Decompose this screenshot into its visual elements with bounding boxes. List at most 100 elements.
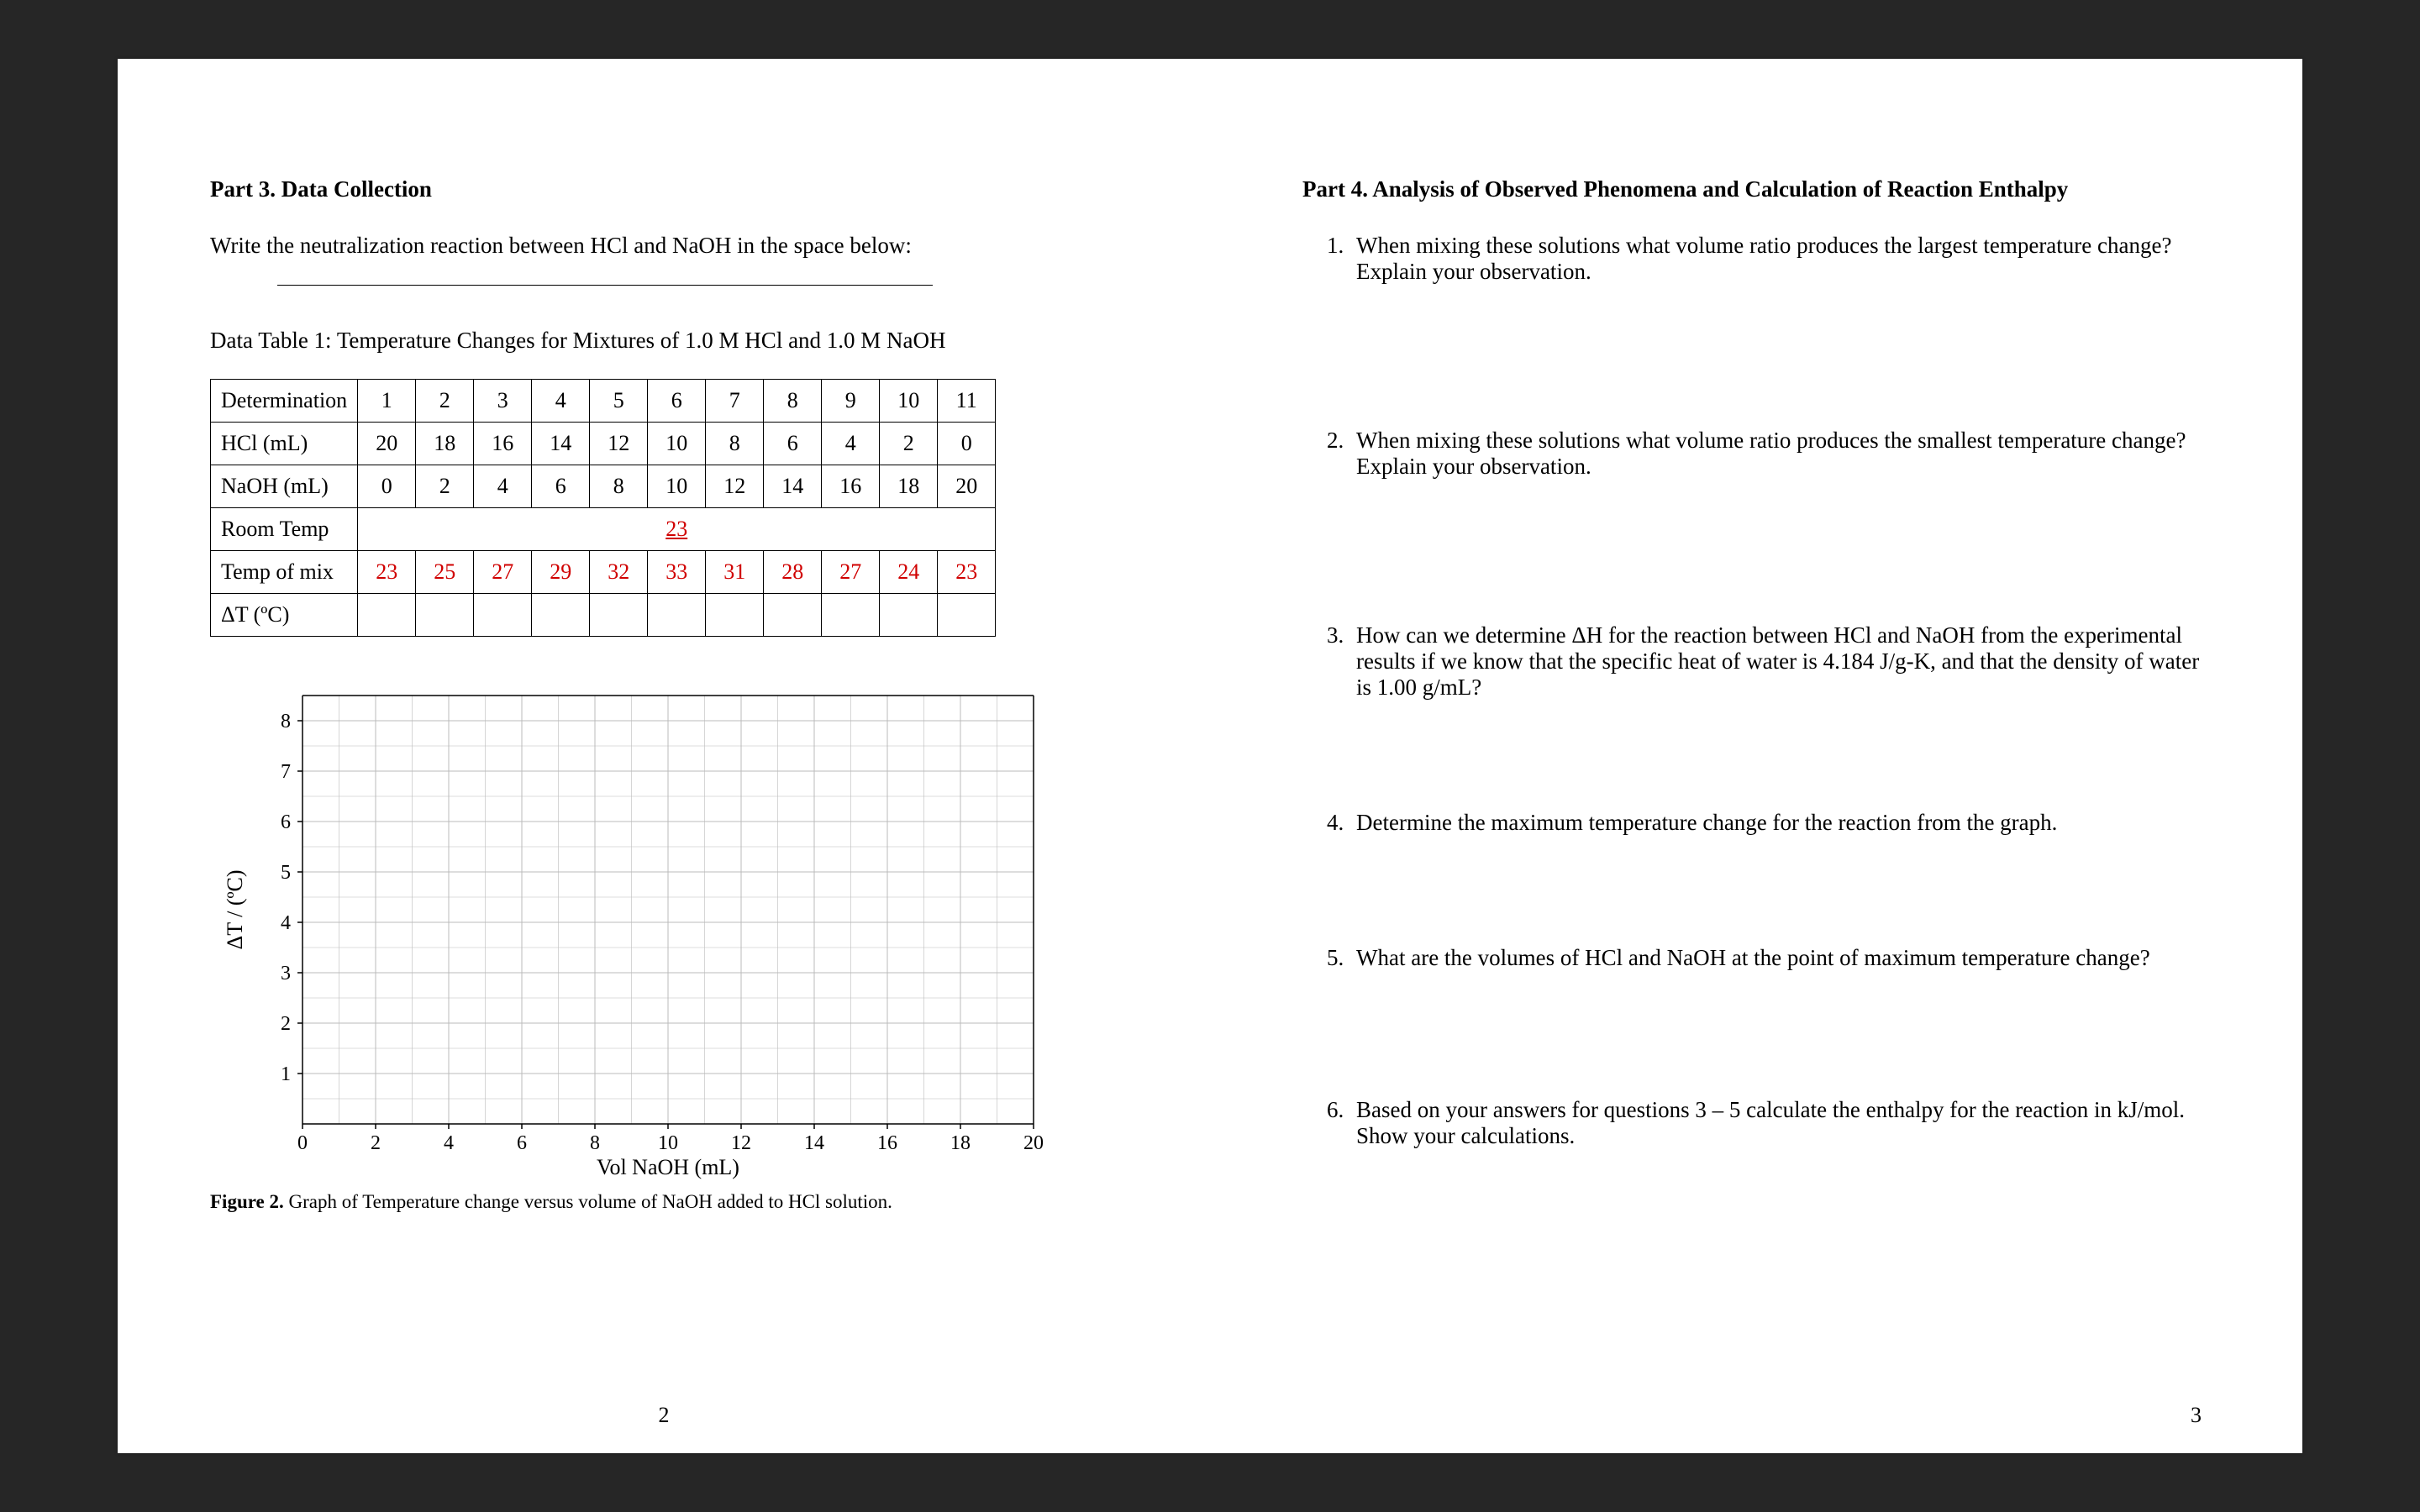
cell: 29 — [532, 551, 590, 594]
figure-caption: Figure 2. Graph of Temperature change ve… — [210, 1191, 1118, 1213]
svg-text:16: 16 — [877, 1132, 897, 1154]
cell: 32 — [590, 551, 648, 594]
data-table-1: Determination 1 2 3 4 5 6 7 8 9 10 11 HC… — [210, 379, 996, 637]
figure-caption-text: Graph of Temperature change versus volum… — [284, 1191, 892, 1212]
cell: 11 — [938, 380, 996, 423]
page-right: Part 4. Analysis of Observed Phenomena a… — [1210, 59, 2302, 1453]
cell: 18 — [416, 423, 474, 465]
viewport: Part 3. Data Collection Write the neutra… — [0, 0, 2420, 1512]
cell-empty — [358, 594, 416, 637]
svg-text:7: 7 — [281, 761, 291, 783]
cell-room-temp: 23 — [358, 508, 996, 551]
cell: 7 — [706, 380, 764, 423]
instruction-text: Write the neutralization reaction betwee… — [210, 233, 1118, 259]
cell: 4 — [532, 380, 590, 423]
document-spread: Part 3. Data Collection Write the neutra… — [118, 59, 2302, 1453]
cell: 24 — [880, 551, 938, 594]
cell: 2 — [416, 380, 474, 423]
svg-text:3: 3 — [281, 963, 291, 984]
cell: 27 — [474, 551, 532, 594]
cell-empty — [648, 594, 706, 637]
svg-text:8: 8 — [281, 711, 291, 732]
cell-empty — [880, 594, 938, 637]
row-header: ΔT (ºC) — [211, 594, 358, 637]
svg-text:18: 18 — [950, 1132, 971, 1154]
cell: 6 — [764, 423, 822, 465]
cell: 4 — [474, 465, 532, 508]
row-header: Temp of mix — [211, 551, 358, 594]
cell: 16 — [822, 465, 880, 508]
cell: 14 — [764, 465, 822, 508]
cell-empty — [938, 594, 996, 637]
svg-text:Vol NaOH (mL): Vol NaOH (mL) — [597, 1155, 739, 1179]
question-4: Determine the maximum temperature change… — [1349, 810, 2210, 836]
chart-grid: 0246810121416182012345678Vol NaOH (mL)ΔT… — [210, 687, 1050, 1183]
cell: 1 — [358, 380, 416, 423]
svg-text:8: 8 — [590, 1132, 600, 1154]
cell: 6 — [648, 380, 706, 423]
svg-text:4: 4 — [444, 1132, 454, 1154]
cell: 3 — [474, 380, 532, 423]
cell: 5 — [590, 380, 648, 423]
cell: 16 — [474, 423, 532, 465]
cell-empty — [822, 594, 880, 637]
answer-blank-line — [277, 284, 933, 286]
cell: 12 — [706, 465, 764, 508]
cell: 0 — [938, 423, 996, 465]
cell: 0 — [358, 465, 416, 508]
question-5: What are the volumes of HCl and NaOH at … — [1349, 945, 2210, 971]
figure-2: 0246810121416182012345678Vol NaOH (mL)ΔT… — [210, 687, 1118, 1213]
cell: 25 — [416, 551, 474, 594]
cell: 20 — [938, 465, 996, 508]
cell: 8 — [706, 423, 764, 465]
svg-text:ΔT / (ºC): ΔT / (ºC) — [223, 869, 247, 949]
section-heading-part4: Part 4. Analysis of Observed Phenomena a… — [1302, 176, 2210, 202]
cell: 18 — [880, 465, 938, 508]
cell: 27 — [822, 551, 880, 594]
cell: 4 — [822, 423, 880, 465]
svg-text:6: 6 — [281, 811, 291, 833]
svg-text:0: 0 — [297, 1132, 308, 1154]
question-3: How can we determine ΔH for the reaction… — [1349, 622, 2210, 701]
section-heading-part3: Part 3. Data Collection — [210, 176, 1118, 202]
table-row: Determination 1 2 3 4 5 6 7 8 9 10 11 — [211, 380, 996, 423]
cell-empty — [532, 594, 590, 637]
question-2: When mixing these solutions what volume … — [1349, 428, 2210, 480]
row-header: NaOH (mL) — [211, 465, 358, 508]
row-header: HCl (mL) — [211, 423, 358, 465]
cell: 10 — [648, 465, 706, 508]
cell: 12 — [590, 423, 648, 465]
page-number: 3 — [2191, 1403, 2202, 1428]
svg-text:5: 5 — [281, 862, 291, 884]
table-row: Temp of mix 23 25 27 29 32 33 31 28 27 2… — [211, 551, 996, 594]
cell: 2 — [416, 465, 474, 508]
row-header: Room Temp — [211, 508, 358, 551]
question-1: When mixing these solutions what volume … — [1349, 233, 2210, 285]
cell-empty — [474, 594, 532, 637]
cell: 10 — [648, 423, 706, 465]
page-left: Part 3. Data Collection Write the neutra… — [118, 59, 1210, 1453]
table-row: ΔT (ºC) — [211, 594, 996, 637]
table-row: Room Temp 23 — [211, 508, 996, 551]
cell: 6 — [532, 465, 590, 508]
cell: 23 — [938, 551, 996, 594]
svg-text:12: 12 — [731, 1132, 751, 1154]
svg-text:4: 4 — [281, 912, 291, 934]
cell: 33 — [648, 551, 706, 594]
figure-label: Figure 2. — [210, 1191, 284, 1212]
cell: 2 — [880, 423, 938, 465]
cell-empty — [764, 594, 822, 637]
svg-text:2: 2 — [371, 1132, 381, 1154]
cell: 10 — [880, 380, 938, 423]
cell: 28 — [764, 551, 822, 594]
svg-text:2: 2 — [281, 1013, 291, 1035]
cell-empty — [706, 594, 764, 637]
cell-empty — [416, 594, 474, 637]
cell: 9 — [822, 380, 880, 423]
table-row: NaOH (mL) 0 2 4 6 8 10 12 14 16 18 20 — [211, 465, 996, 508]
cell-empty — [590, 594, 648, 637]
cell: 8 — [764, 380, 822, 423]
cell: 23 — [358, 551, 416, 594]
svg-text:10: 10 — [658, 1132, 678, 1154]
page-number: 2 — [659, 1403, 670, 1428]
